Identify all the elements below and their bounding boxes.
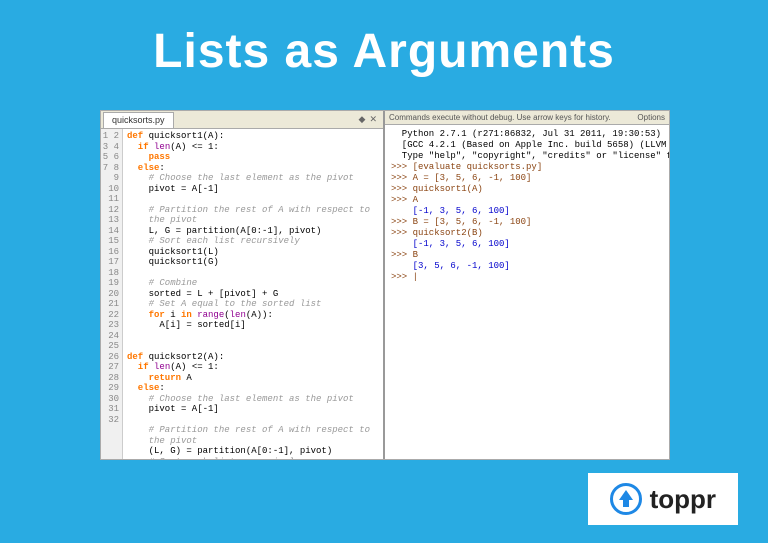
console-body[interactable]: Python 2.7.1 (r271:86832, Jul 31 2011, 1… [385,125,669,459]
arrow-up-circle-icon [610,483,642,515]
tab-controls: ◆ ✕ [359,114,383,125]
brand-logo: toppr [588,473,738,525]
brand-name: toppr [650,484,716,515]
line-gutter: 1 2 3 4 5 6 7 8 9 10 11 12 13 14 15 16 1… [101,129,123,459]
code-area[interactable]: def quicksort1(A): if len(A) <= 1: pass … [123,129,383,459]
console-pane: Commands execute without debug. Use arro… [385,111,669,459]
console-options-link[interactable]: Options [637,113,665,122]
console-header-text: Commands execute without debug. Use arro… [389,113,611,122]
console-header: Commands execute without debug. Use arro… [385,111,669,125]
tab-filename: quicksorts.py [112,115,165,125]
editor-pane: quicksorts.py ◆ ✕ 1 2 3 4 5 6 7 8 9 10 1… [101,111,385,459]
editor-body: 1 2 3 4 5 6 7 8 9 10 11 12 13 14 15 16 1… [101,129,383,459]
file-tab[interactable]: quicksorts.py [103,112,174,128]
tab-bar: quicksorts.py ◆ ✕ [101,111,383,129]
tab-marker-icon[interactable]: ◆ [359,114,366,125]
ide-window: quicksorts.py ◆ ✕ 1 2 3 4 5 6 7 8 9 10 1… [100,110,670,460]
page-title: Lists as Arguments [0,0,768,79]
tab-close-icon[interactable]: ✕ [369,114,377,125]
